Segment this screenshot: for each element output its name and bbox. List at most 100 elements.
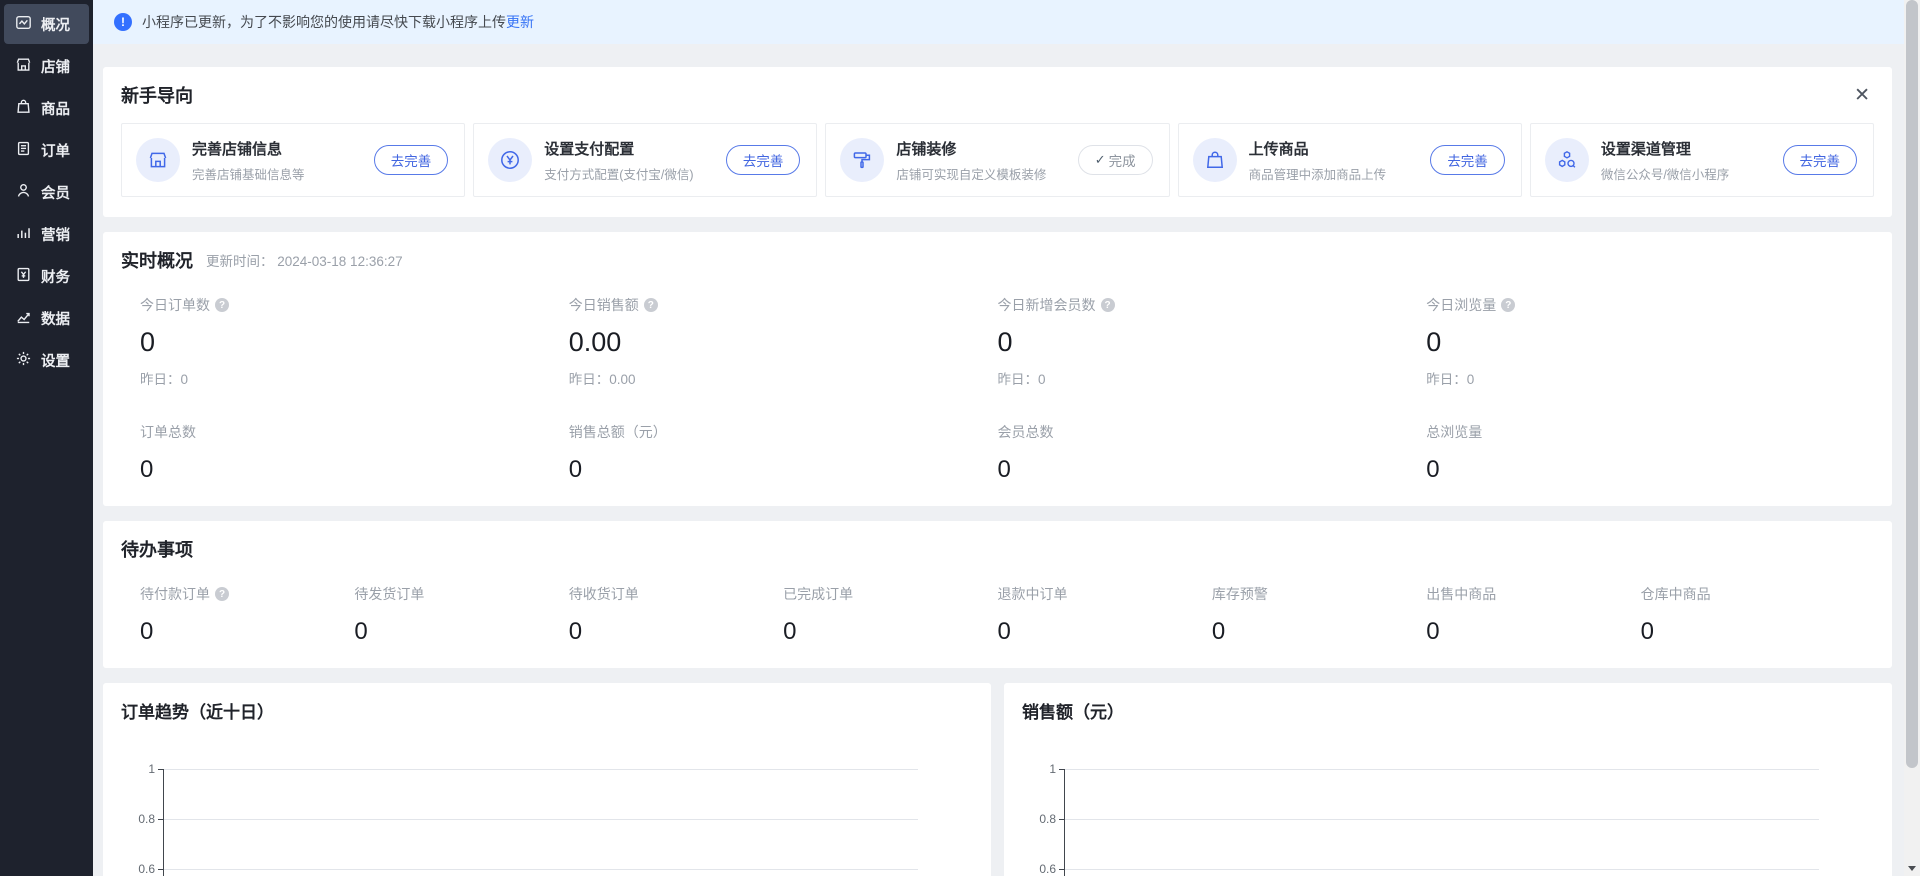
y-tick-label: 1 [1022, 762, 1056, 776]
guide-item-desc: 完善店铺基础信息等 [192, 164, 305, 183]
scrollbar-thumb[interactable] [1906, 0, 1918, 768]
paint-roller-icon [840, 138, 884, 182]
y-axis-line [163, 769, 164, 876]
scrollbar-down-arrow[interactable] [1904, 860, 1920, 876]
sidebar-item-data[interactable]: 数据 [4, 298, 89, 338]
order-trend-chart: 10.80.60.40.20 [121, 723, 973, 876]
storefront-icon [136, 138, 180, 182]
stat-total-sales: 销售总额（元） 0 [569, 422, 998, 486]
sidebar-item-members[interactable]: 会员 [4, 172, 89, 212]
check-icon: ✓ [1095, 152, 1106, 168]
stat-total-pageviews: 总浏览量 0 [1426, 422, 1855, 486]
stat-yesterday: 昨日：0 [998, 368, 1427, 388]
sidebar-item-orders[interactable]: 订单 [4, 130, 89, 170]
sales-chart-card: 销售额（元） 10.80.60.40.20 [1004, 683, 1892, 876]
todo-value: 0 [783, 618, 997, 646]
sidebar: 概况 店铺 商品 订单 会员 营销 财务 [0, 0, 93, 876]
shop-icon [15, 56, 32, 77]
go-complete-button[interactable]: 去完善 [1783, 145, 1858, 175]
gridline [1065, 869, 1819, 870]
today-stats-row: 今日订单数? 0 昨日：0 今日销售额? 0.00 昨日：0.00 今日新增会员… [121, 295, 1874, 388]
finance-icon [15, 266, 32, 287]
stat-total-orders: 订单总数 0 [140, 422, 569, 486]
pay-yen-icon [488, 138, 532, 182]
stat-today-new-members: 今日新增会员数? 0 昨日：0 [998, 295, 1427, 388]
todo-item-stock-warning: 库存预警 0 [1212, 584, 1426, 648]
go-complete-button[interactable]: 去完善 [374, 145, 449, 175]
sidebar-item-finance[interactable]: 财务 [4, 256, 89, 296]
sidebar-item-label: 数据 [41, 308, 70, 329]
todo-title: 待办事项 [121, 536, 193, 562]
update-notice-bar: ! 小程序已更新，为了不影响您的使用请尽快下载小程序上传更新 [93, 0, 1904, 44]
tick-mark [158, 769, 163, 770]
help-icon[interactable]: ? [215, 298, 229, 312]
main-content: ! 小程序已更新，为了不影响您的使用请尽快下载小程序上传更新 新手导向 ✕ 完善… [93, 0, 1904, 876]
sidebar-item-goods[interactable]: 商品 [4, 88, 89, 128]
guide-item-shop-info: 完善店铺信息 完善店铺基础信息等 去完善 [121, 123, 465, 197]
gridline [164, 819, 918, 820]
guide-item-desc: 支付方式配置(支付宝/微信) [544, 164, 693, 183]
guide-title: 新手导向 [121, 82, 193, 108]
sidebar-item-label: 设置 [41, 350, 70, 371]
total-stats-row: 订单总数 0 销售总额（元） 0 会员总数 0 总浏览量 0 [121, 422, 1874, 486]
y-axis-line [1064, 769, 1065, 876]
sidebar-item-label: 财务 [41, 266, 70, 287]
y-tick-label: 0.8 [121, 812, 155, 826]
settings-icon [15, 350, 32, 371]
todo-item-to-receive: 待收货订单 0 [569, 584, 783, 648]
member-icon [15, 182, 32, 203]
help-icon[interactable]: ? [1501, 298, 1515, 312]
tick-mark [1059, 869, 1064, 870]
info-icon: ! [114, 13, 132, 31]
help-icon[interactable]: ? [1101, 298, 1115, 312]
todo-item-completed: 已完成订单 0 [783, 584, 997, 648]
sidebar-item-marketing[interactable]: 营销 [4, 214, 89, 254]
guide-item-desc: 店铺可实现自定义模板装修 [896, 164, 1046, 183]
sidebar-item-overview[interactable]: 概况 [4, 4, 89, 44]
sidebar-item-label: 商品 [41, 98, 70, 119]
stat-total-members: 会员总数 0 [998, 422, 1427, 486]
realtime-overview-card: 实时概况 更新时间： 2024-03-18 12:36:27 今日订单数? 0 … [103, 232, 1892, 506]
todo-value: 0 [569, 618, 783, 646]
overview-icon [15, 14, 32, 35]
help-icon[interactable]: ? [215, 587, 229, 601]
stat-today-sales: 今日销售额? 0.00 昨日：0.00 [569, 295, 998, 388]
todo-item-refunding: 退款中订单 0 [998, 584, 1212, 648]
y-tick-label: 0.8 [1022, 812, 1056, 826]
todo-item-unpaid: 待付款订单? 0 [140, 584, 354, 648]
help-icon[interactable]: ? [644, 298, 658, 312]
guide-item-title: 完善店铺信息 [192, 138, 305, 159]
update-time: 更新时间： 2024-03-18 12:36:27 [206, 250, 403, 270]
done-badge[interactable]: ✓完成 [1078, 145, 1153, 175]
y-tick-label: 1 [121, 762, 155, 776]
stat-value: 0 [1426, 456, 1855, 484]
sidebar-item-label: 营销 [41, 224, 70, 245]
sidebar-item-settings[interactable]: 设置 [4, 340, 89, 380]
guide-item-channels: 设置渠道管理 微信公众号/微信小程序 去完善 [1530, 123, 1874, 197]
todo-value: 0 [140, 618, 354, 646]
newbie-guide-card: 新手导向 ✕ 完善店铺信息 完善店铺基础信息等 去完善 [103, 67, 1892, 217]
goods-icon [15, 98, 32, 119]
close-icon[interactable]: ✕ [1850, 84, 1874, 107]
guide-item-desc: 商品管理中添加商品上传 [1249, 164, 1387, 183]
gridline [1065, 769, 1819, 770]
shopping-bag-icon [1193, 138, 1237, 182]
todo-item-to-ship: 待发货订单 0 [354, 584, 568, 648]
sales-chart-title: 销售额（元） [1022, 698, 1874, 723]
todo-card: 待办事项 待付款订单? 0 待发货订单 0 待收货订单 0 已完成订单 0 [103, 521, 1892, 668]
gridline [164, 769, 918, 770]
todo-items-row: 待付款订单? 0 待发货订单 0 待收货订单 0 已完成订单 0 退款中订单 [121, 584, 1874, 648]
go-complete-button[interactable]: 去完善 [1430, 145, 1505, 175]
stat-value: 0 [998, 456, 1427, 484]
sidebar-item-label: 订单 [41, 140, 70, 161]
guide-item-title: 店铺装修 [896, 138, 1046, 159]
sidebar-item-shop[interactable]: 店铺 [4, 46, 89, 86]
stat-value: 0.00 [569, 327, 998, 358]
go-complete-button[interactable]: 去完善 [726, 145, 801, 175]
guide-item-title: 设置支付配置 [544, 138, 693, 159]
notice-update-link[interactable]: 更新 [506, 12, 534, 32]
gridline [1065, 819, 1819, 820]
tick-mark [1059, 819, 1064, 820]
stat-yesterday: 昨日：0.00 [569, 368, 998, 388]
stat-today-pageviews: 今日浏览量? 0 昨日：0 [1426, 295, 1855, 388]
